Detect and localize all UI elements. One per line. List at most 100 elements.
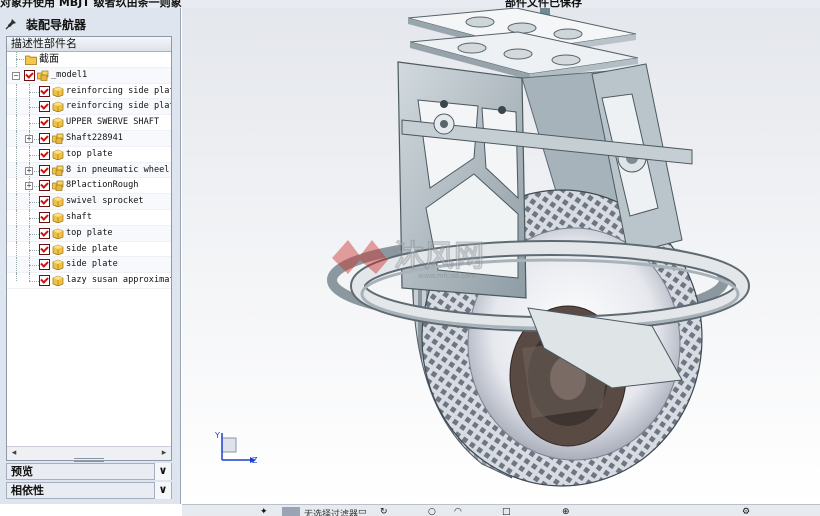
watermark: 沐风网 www.mfcad.com: [332, 239, 484, 280]
box-icon[interactable]: □: [502, 507, 511, 516]
tree-row-label: reinforcing side plate: [66, 85, 172, 96]
tree-row-root[interactable]: − _model1: [7, 67, 171, 84]
part-icon: [52, 275, 64, 287]
visibility-checkbox[interactable]: [39, 275, 50, 287]
visibility-checkbox[interactable]: [39, 196, 50, 208]
visibility-checkbox[interactable]: [39, 259, 50, 271]
part-icon: [52, 228, 64, 239]
expand-icon[interactable]: +: [25, 166, 33, 175]
rotate-icon[interactable]: ↻: [380, 507, 388, 516]
swerve-module-model[interactable]: 沐风网 www.mfcad.com Y Z: [182, 8, 820, 504]
tree-row-label: side plate: [66, 243, 118, 254]
tree-row-sections[interactable]: 截面: [7, 52, 171, 68]
navigator-title: 装配导航器: [26, 17, 87, 32]
tree-row-item[interactable]: lazy susan approximati: [7, 273, 171, 289]
assembly-icon: [52, 165, 64, 176]
tree-row-item[interactable]: swivel sprocket: [7, 194, 171, 211]
view-triad[interactable]: Y Z: [214, 431, 258, 465]
part-icon: [52, 102, 64, 113]
visibility-checkbox[interactable]: [39, 101, 50, 113]
arc-icon[interactable]: ◠: [454, 507, 462, 516]
circle-icon[interactable]: ○: [428, 507, 436, 516]
tree-row-item[interactable]: shaft: [7, 209, 171, 226]
part-icon: [52, 259, 64, 271]
tree-row-item[interactable]: UPPER SWERVE SHAFT: [7, 115, 171, 132]
assembly-icon: [52, 133, 64, 144]
view-icon[interactable]: ⊕: [562, 507, 570, 516]
expand-icon[interactable]: +: [25, 182, 33, 191]
status-text-right: 部件文件已保存: [505, 0, 582, 8]
tree-row-item[interactable]: + Shaft228941: [7, 130, 171, 147]
visibility-checkbox[interactable]: [39, 227, 50, 239]
preview-panel-label: 预览: [11, 465, 33, 478]
part-icon: [52, 212, 64, 223]
tree-row-item[interactable]: +8PlactionRough: [7, 178, 171, 195]
bottom-toolbar: ✦ 无选择过滤器 ▭ ↻ ○ ◠ □ ⊕ ⚙: [182, 504, 820, 516]
assembly-icon: [52, 181, 64, 192]
dependency-panel-label: 相依性: [11, 484, 44, 497]
tree-row-item[interactable]: reinforcing side plate: [7, 83, 172, 100]
visibility-checkbox[interactable]: [39, 85, 50, 97]
visibility-checkbox[interactable]: [39, 243, 50, 255]
expand-chevron-icon[interactable]: ∨: [154, 482, 171, 499]
collapse-icon[interactable]: −: [12, 71, 20, 80]
tree-row-label: top plate: [66, 227, 113, 238]
tree-row-label: 8PlactionRough: [66, 180, 139, 191]
part-icon: [52, 117, 64, 129]
tree-row-label: shaft: [66, 211, 92, 222]
tree-row-label: Shaft228941: [66, 132, 123, 143]
scroll-left-arrow[interactable]: ◂: [7, 447, 21, 460]
part-icon: [52, 196, 64, 208]
tree-row-item[interactable]: side plate: [7, 257, 171, 274]
visibility-checkbox[interactable]: [39, 148, 50, 160]
tree-row-item[interactable]: side plate: [7, 241, 171, 258]
folder-icon: [25, 55, 37, 65]
tree-row-label: _model1: [51, 69, 88, 80]
select-icon[interactable]: ✦: [260, 507, 268, 516]
tree-row-item[interactable]: top plate: [7, 146, 171, 163]
tree-row-item[interactable]: top plate: [7, 225, 171, 242]
z-axis-label: Z: [252, 456, 258, 465]
tree-row-label: swivel sprocket: [66, 196, 144, 207]
tree-row-item[interactable]: reinforcing side plate: [7, 99, 172, 116]
visibility-checkbox[interactable]: [39, 132, 50, 144]
assembly-icon: [37, 70, 49, 81]
splitter-grip[interactable]: [74, 458, 104, 462]
tree-row-label: UPPER SWERVE SHAFT: [66, 117, 160, 128]
visibility-checkbox[interactable]: [39, 164, 50, 176]
visibility-checkbox[interactable]: [39, 180, 50, 192]
assembly-tree[interactable]: 描述性部件名 截面 − _model1 reinforcing side pla…: [6, 36, 172, 461]
pin-icon[interactable]: [4, 17, 18, 31]
settings-icon[interactable]: ⚙: [742, 507, 750, 516]
scroll-right-arrow[interactable]: ▸: [157, 447, 171, 460]
visibility-checkbox[interactable]: [39, 117, 50, 129]
tree-row-item[interactable]: +8 in pneumatic wheel: [7, 162, 171, 179]
tree-row-label: 截面: [39, 54, 59, 65]
tree-row-label: lazy susan approximati: [66, 275, 172, 286]
part-icon: [52, 86, 64, 97]
tree-row-label: side plate: [66, 259, 118, 270]
status-text-left: 对象并使用 MBJT 级者玖由条一则象: [0, 0, 182, 8]
watermark-text: 沐风网: [394, 239, 484, 274]
title-strip: 对象并使用 MBJT 级者玖由条一则象 部件文件已保存: [0, 0, 820, 8]
dependency-panel-header[interactable]: 相依性 ∨: [6, 482, 172, 499]
assembly-navigator-panel: 装配导航器 描述性部件名 截面 − _model1 reinforcing si…: [0, 8, 181, 504]
expand-icon[interactable]: +: [25, 134, 33, 143]
watermark-url: www.mfcad.com: [418, 272, 476, 280]
part-icon: [52, 149, 64, 160]
visibility-checkbox[interactable]: [24, 69, 35, 81]
column-header-part-name[interactable]: 描述性部件名: [7, 37, 171, 52]
snap-icon[interactable]: ▭: [358, 507, 367, 516]
graphics-viewport[interactable]: 沐风网 www.mfcad.com Y Z: [182, 8, 820, 504]
part-icon: [52, 244, 64, 255]
tree-row-label: 8 in pneumatic wheel: [66, 164, 170, 175]
tree-row-label: top plate: [66, 148, 113, 159]
navigator-header: 装配导航器: [4, 14, 86, 34]
filter-label[interactable]: 无选择过滤器: [304, 507, 358, 516]
preview-panel-header[interactable]: 预览 ∨: [6, 463, 172, 480]
expand-chevron-icon[interactable]: ∨: [154, 463, 171, 480]
tree-row-label: reinforcing side plate: [66, 101, 172, 112]
y-axis-label: Y: [214, 431, 220, 440]
tree-rows: 截面 − _model1 reinforcing side plate reinf…: [7, 52, 171, 289]
visibility-checkbox[interactable]: [39, 211, 50, 223]
